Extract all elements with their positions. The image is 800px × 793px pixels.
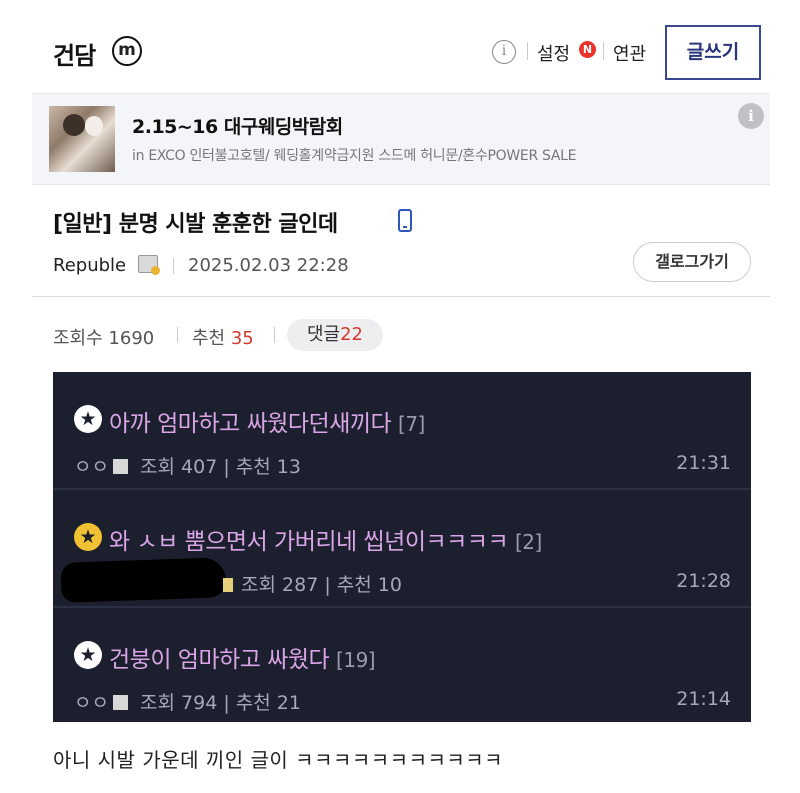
list-item-recommend-label: 추천 (235, 692, 271, 714)
star-icon: ★ (74, 641, 102, 669)
embedded-screenshot: ★ 아까 엄마하고 싸웠다던새끼다 [7] ㅇㅇ 조회 407 | 추천 13 … (53, 372, 751, 722)
list-item-views-label: 조회 (140, 692, 175, 714)
list-item-recommend: 13 (276, 456, 301, 478)
list-item-title: 아까 엄마하고 싸웠다던새끼다 [7] (109, 404, 425, 438)
list-item: ★ 아까 엄마하고 싸웠다던새끼다 [7] ㅇㅇ 조회 407 | 추천 13 … (53, 372, 751, 490)
list-item-time: 21:14 (676, 688, 731, 710)
list-item-views: 287 (282, 574, 319, 596)
divider (527, 42, 528, 60)
divider (173, 258, 174, 274)
post-body: 아니 시발 가운데 끼인 글이 ㅋㅋㅋㅋㅋㅋㅋㅋㅋㅋㅋ (53, 748, 504, 772)
ad-thumbnail[interactable] (49, 106, 115, 172)
related-link[interactable]: 연관 (613, 40, 646, 66)
mobile-icon (398, 209, 412, 232)
recommend-label: 추천 (192, 328, 226, 349)
new-badge: N (579, 41, 596, 58)
fixed-nick-icon (112, 459, 128, 474)
ad-description[interactable]: in EXCO 인터불고호텔/ 웨딩홀계약금지원 스드메 허니문/혼수POWER… (132, 145, 577, 165)
view-count: 조회수 1690 (53, 324, 154, 350)
post-author[interactable]: Republe (53, 255, 126, 276)
divider (177, 327, 178, 343)
list-item-views-label: 조회 (140, 456, 175, 478)
fixed-nick-icon (112, 695, 128, 710)
list-item-title: 와 ㅅㅂ 뿜으면서 가버리네 씹년이ㅋㅋㅋㅋ [2] (109, 522, 542, 556)
ad-banner[interactable]: 2.15~16 대구웨딩박람회 in EXCO 인터불고호텔/ 웨딩홀계약금지원… (32, 93, 770, 185)
comment-count-button[interactable]: 댓글22 (287, 319, 383, 351)
star-icon: ★ (74, 405, 102, 433)
list-item-views: 794 (181, 692, 218, 714)
divider (603, 42, 604, 60)
list-item-recommend-label: 추천 (235, 456, 271, 478)
list-item-writer: ㅇㅇ (74, 456, 109, 478)
list-item-recommend: 10 (377, 574, 402, 596)
list-item-time: 21:31 (676, 452, 731, 474)
view-count-value: 1690 (108, 328, 155, 349)
write-button[interactable]: 글쓰기 (665, 25, 761, 80)
comment-label: 댓글 (306, 324, 341, 345)
view-count-label: 조회수 (53, 328, 103, 349)
list-item-views: 407 (181, 456, 218, 478)
gallery-header: 건담 m i 설정 N 연관 글쓰기 (0, 0, 800, 93)
list-item-title-text: 아까 엄마하고 싸웠다던새끼다 (109, 411, 392, 437)
list-item-title-text: 와 ㅅㅂ 뿜으면서 가버리네 씹년이ㅋㅋㅋㅋ (109, 529, 509, 555)
info-icon[interactable]: i (492, 40, 516, 64)
ad-info-icon[interactable]: i (738, 103, 764, 129)
divider (274, 327, 275, 343)
list-item-meta: 조회 287 | 추천 10 (223, 570, 402, 597)
post-date: 2025.02.03 22:28 (188, 255, 349, 276)
list-item-views-label: 조회 (241, 574, 276, 596)
gallery-title[interactable]: 건담 (53, 36, 96, 71)
list-item-comment-count: [19] (336, 648, 376, 672)
thumbnail-figure (63, 114, 85, 136)
list-item-time: 21:28 (676, 570, 731, 592)
comment-count: 22 (340, 324, 364, 345)
ad-title[interactable]: 2.15~16 대구웨딩박람회 (132, 112, 343, 139)
list-item-recommend: 21 (276, 692, 301, 714)
recommend-value: 35 (230, 328, 254, 349)
post-title: [일반] 분명 시발 훈훈한 글인데 (53, 212, 338, 237)
fixed-nick-icon (138, 255, 160, 275)
redaction-scribble (60, 557, 227, 603)
list-item-recommend-label: 추천 (336, 574, 372, 596)
list-item-meta: ㅇㅇ 조회 794 | 추천 21 (74, 692, 301, 714)
star-icon: ★ (74, 523, 102, 551)
list-item: ★ 건붕이 엄마하고 싸웠다 [19] ㅇㅇ 조회 794 | 추천 21 21… (53, 608, 751, 726)
list-item-title: 건붕이 엄마하고 싸웠다 [19] (109, 640, 376, 674)
minor-gallery-icon: m (112, 36, 142, 66)
divider (32, 296, 770, 297)
list-item-writer: ㅇㅇ (74, 692, 109, 714)
list-item: ★ 와 ㅅㅂ 뿜으면서 가버리네 씹년이ㅋㅋㅋㅋ [2] 조회 287 | 추천… (53, 490, 751, 608)
recommend-count: 추천 35 (192, 324, 254, 350)
list-item-meta: ㅇㅇ 조회 407 | 추천 13 (74, 456, 301, 478)
gallog-button[interactable]: 갤로그가기 (633, 242, 751, 282)
nick-icon (223, 578, 233, 592)
setting-link[interactable]: 설정 (537, 40, 570, 66)
list-item-title-text: 건붕이 엄마하고 싸웠다 (109, 647, 330, 673)
thumbnail-figure (85, 116, 103, 136)
list-item-comment-count: [2] (514, 530, 542, 554)
list-item-comment-count: [7] (398, 412, 425, 436)
